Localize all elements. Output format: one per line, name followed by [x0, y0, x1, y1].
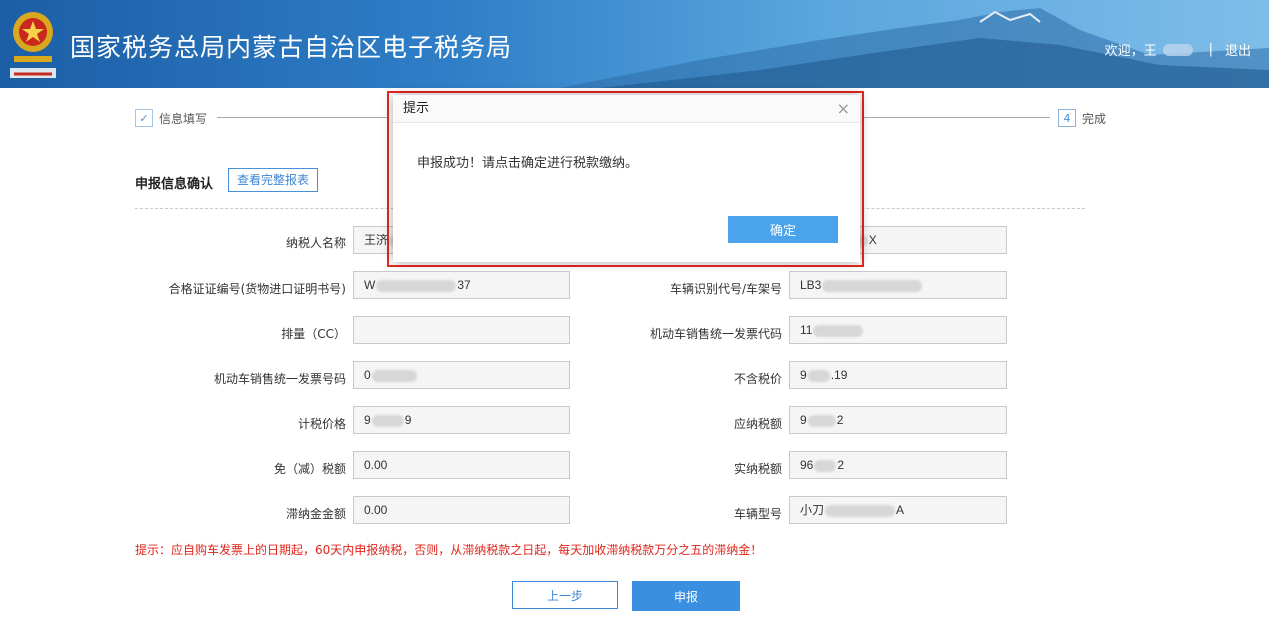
masked-value: [825, 504, 896, 517]
field-value: 11: [800, 323, 813, 337]
step-label: 完成: [1082, 111, 1107, 126]
close-icon[interactable]: ×: [837, 95, 850, 122]
invoice-no-label: 机动车销售统一发票号码: [213, 372, 346, 386]
success-dialog: 提示 × 申报成功！请点击确定进行税款缴纳。 确定: [393, 95, 860, 262]
field-value-suffix: A: [896, 503, 905, 517]
price-ex-tax-label: 不含税价: [733, 372, 782, 386]
late-fee-field[interactable]: 0.00: [353, 496, 570, 524]
price-ex-tax-field[interactable]: 9.19: [789, 361, 1007, 389]
logout-link[interactable]: 退出: [1225, 40, 1251, 59]
tax-actual-field[interactable]: 96 2: [789, 451, 1007, 479]
dialog-message: 申报成功！请点击确定进行税款缴纳。: [417, 156, 639, 171]
dialog-title: 提示: [403, 101, 430, 116]
submit-declaration-button[interactable]: 申报: [632, 581, 740, 611]
field-value: 9: [364, 413, 371, 427]
check-icon: ✓: [135, 109, 153, 127]
deadline-notice: 提示：应自购车发票上的日期起，60天内申报纳税，否则，从滞纳税款之日起，每天加收…: [135, 543, 763, 557]
field-value-suffix: .19: [830, 368, 848, 382]
masked-value: [371, 414, 404, 427]
step-number: 4: [1058, 109, 1076, 127]
site-header: 国家税务总局内蒙古自治区电子税务局 欢迎，王 | 退出: [0, 0, 1269, 88]
tax-actual-label: 实纳税额: [733, 462, 782, 476]
field-value: 9: [800, 368, 807, 382]
invoice-code-field[interactable]: 11: [789, 316, 1007, 344]
taxpayer-name-label: 纳税人名称: [285, 236, 346, 250]
site-title: 国家税务总局内蒙古自治区电子税务局: [70, 33, 513, 62]
header-separator: |: [1208, 42, 1213, 57]
taxable-price-field[interactable]: 99: [353, 406, 570, 434]
field-value: 96: [800, 458, 814, 472]
field-value: 王济: [364, 233, 389, 247]
invoice-code-label: 机动车销售统一发票代码: [649, 327, 782, 341]
displacement-field[interactable]: [353, 316, 570, 344]
tax-relief-field[interactable]: 0.00: [353, 451, 570, 479]
field-value-suffix: 2: [837, 458, 845, 472]
field-value: 0: [364, 368, 371, 382]
field-value-suffix: 37: [457, 278, 471, 292]
field-value: W: [364, 278, 376, 292]
masked-value: [814, 459, 837, 472]
confirm-button[interactable]: 确定: [728, 216, 838, 243]
tax-emblem-icon: [10, 12, 56, 78]
welcome-text: 欢迎，王: [1104, 44, 1157, 59]
tax-payable-label: 应纳税额: [733, 417, 782, 431]
masked-value: [813, 324, 864, 337]
tax-relief-label: 免（减）税额: [273, 462, 346, 476]
step-connector: [862, 117, 1050, 118]
masked-value: [807, 369, 830, 382]
field-value: 9: [800, 413, 807, 427]
vin-field[interactable]: LB3: [789, 271, 1007, 299]
field-value-suffix: X: [868, 233, 877, 247]
cert-no-field[interactable]: W 37: [353, 271, 570, 299]
field-value-suffix: 2: [836, 413, 844, 427]
dialog-header: 提示 ×: [393, 95, 860, 123]
view-report-button[interactable]: 查看完整报表: [228, 168, 319, 192]
late-fee-label: 滞纳金金额: [285, 507, 346, 521]
cert-no-label: 合格证证编号(货物进口证明书号): [168, 282, 346, 296]
displacement-label: 排量（CC）: [281, 327, 346, 341]
step-complete: 4 完成: [1058, 109, 1106, 127]
step-label: 信息填写: [159, 111, 208, 126]
section-title: 申报信息确认: [135, 177, 214, 192]
step-connector: [217, 117, 387, 118]
tax-payable-field[interactable]: 92: [789, 406, 1007, 434]
masked-value: [376, 279, 457, 292]
field-value: LB3: [800, 278, 822, 292]
user-area: 欢迎，王 | 退出: [1105, 40, 1251, 59]
masked-value: [807, 414, 836, 427]
taxable-price-label: 计税价格: [297, 417, 346, 431]
vehicle-model-field[interactable]: 小刀 A: [789, 496, 1007, 524]
invoice-no-field[interactable]: 0: [353, 361, 570, 389]
prev-step-button[interactable]: 上一步: [512, 581, 618, 609]
masked-value: [822, 279, 923, 292]
vin-label: 车辆识别代号/车架号: [669, 282, 782, 296]
vehicle-model-label: 车辆型号: [733, 507, 782, 521]
step-info-fill: ✓ 信息填写: [135, 109, 207, 127]
username-mask: [1162, 43, 1193, 56]
field-value: 小刀: [800, 503, 825, 517]
field-value-suffix: 9: [404, 413, 412, 427]
masked-value: [371, 369, 417, 382]
